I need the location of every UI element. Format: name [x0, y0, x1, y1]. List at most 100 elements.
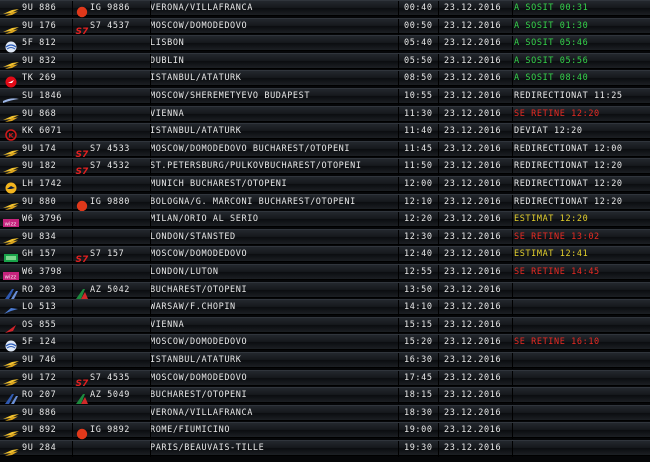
flight-number: 9U 746 — [22, 355, 57, 365]
flight-number: GH 157 — [22, 249, 57, 260]
flight-row: 5F 812 LISBON 05:40 23.12.2016 A SOSIT 05:46 — [0, 35, 650, 53]
airline-chevron-icon — [2, 21, 20, 34]
codeshare-flight-number — [90, 300, 150, 316]
column-divider — [150, 423, 151, 440]
column-divider — [150, 247, 151, 264]
column-divider — [72, 212, 73, 229]
flight-status — [514, 406, 650, 422]
column-divider — [512, 388, 513, 405]
column-divider — [512, 159, 513, 176]
flight-number: 9U 834 — [22, 231, 57, 242]
flight-date: 23.12.2016 — [444, 108, 502, 119]
column-divider — [398, 124, 399, 141]
column-divider — [512, 229, 513, 246]
column-divider — [512, 89, 513, 105]
column-divider — [438, 1, 439, 17]
codeshare-flight-number: S7 4533 — [90, 143, 131, 154]
tarom-logo-icon — [2, 285, 20, 299]
column-divider — [150, 317, 151, 334]
column-divider — [150, 1, 151, 17]
flight-row: RO 203 AZ 5042 BUCHAREST/OTOPENI 13:50 23.12… — [0, 281, 650, 299]
codeshare-flight-number — [90, 230, 150, 246]
scheduled-time: 17:45 — [404, 372, 433, 383]
flight-number: 9U 182 — [22, 161, 57, 172]
flight-number: RO 207 — [22, 390, 57, 401]
column-divider — [438, 36, 439, 53]
route-destination: VIENNA — [150, 319, 185, 330]
route-destination: MOSCOW/DOMODEDOVO — [150, 20, 248, 31]
codeshare-flight-number — [90, 36, 150, 52]
column-divider — [398, 53, 399, 70]
flight-row: LH 1742 MUNICH BUCHAREST/OTOPENI 12:00 23.1… — [0, 176, 650, 194]
column-divider — [150, 405, 151, 422]
column-divider — [512, 18, 513, 35]
flight-date: 23.12.2016 — [444, 161, 502, 172]
route-destination: MOSCOW/DOMODEDOVO — [150, 337, 248, 348]
s7-logo-icon: S7 — [75, 373, 89, 389]
flight-number: 5F 812 — [22, 38, 57, 49]
column-divider — [512, 177, 513, 193]
flight-row: 9U 868 VIENNA 11:30 23.12.2016 SE RETINE 12:… — [0, 105, 650, 123]
column-divider — [398, 36, 399, 53]
route-destination: MOSCOW/DOMODEDOVO — [150, 249, 248, 260]
globe-logo-icon — [2, 337, 20, 352]
flight-number: LH 1742 — [22, 179, 63, 189]
column-divider — [150, 282, 151, 299]
codeshare-flight-number: S7 4535 — [90, 372, 131, 383]
column-divider — [512, 141, 513, 158]
codeshare-flight-number — [90, 54, 150, 70]
flight-date: 23.12.2016 — [444, 319, 502, 330]
column-divider — [438, 53, 439, 70]
route-destination: ISTANBUL/ATATURK — [150, 73, 242, 84]
flight-status — [514, 318, 650, 334]
column-divider — [438, 159, 439, 176]
flight-date: 23.12.2016 — [444, 38, 502, 49]
column-divider — [72, 53, 73, 70]
column-divider — [398, 335, 399, 352]
flight-status: REDIRECTIONAT 12:20 — [514, 179, 623, 189]
flight-status — [514, 283, 650, 299]
flight-number: RO 203 — [22, 284, 57, 295]
flight-status: REDIRECTIONAT 12:00 — [514, 143, 623, 154]
column-divider — [512, 194, 513, 211]
flight-status: A SOSIT 01:30 — [514, 20, 589, 31]
flight-row: 9U 880 IG 9880 BOLOGNA/G. MARCONI BUCHARES… — [0, 193, 650, 211]
column-divider — [150, 229, 151, 246]
column-divider — [512, 441, 513, 457]
column-divider — [438, 441, 439, 457]
flight-row: 9U 284 PARIS/BEAUVAIS-TILLE 19:30 23.12.201… — [0, 440, 650, 457]
column-divider — [438, 89, 439, 105]
flight-status: SE RETINE 14:45 — [514, 267, 600, 277]
flight-number: 9U 172 — [22, 372, 57, 383]
scheduled-time: 15:20 — [404, 337, 433, 348]
column-divider — [438, 423, 439, 440]
flight-row: TK 269 ISTANBUL/ATATURK 08:50 23.12.2016 A S… — [0, 70, 650, 88]
flight-row: 9U 892 IG 9892 ROME/FIUMICINO 19:00 23.12.20… — [0, 422, 650, 440]
column-divider — [398, 405, 399, 422]
route-destination: MUNICH BUCHAREST/OTOPENI — [150, 179, 288, 189]
route-destination: LONDON/STANSTED — [150, 231, 236, 242]
column-divider — [398, 194, 399, 211]
column-divider — [72, 317, 73, 334]
flight-date: 23.12.2016 — [444, 390, 502, 401]
column-divider — [150, 335, 151, 352]
column-divider — [512, 71, 513, 88]
column-divider — [72, 353, 73, 369]
flight-row: OS 855 VIENNA 15:15 23.12.2016 — [0, 316, 650, 334]
flight-row: 9U 176 S7 S7 4537 MOSCOW/DOMODEDOVO 00:50 23.… — [0, 17, 650, 37]
scheduled-time: 12:00 — [404, 179, 433, 189]
lot-logo-icon — [2, 302, 20, 315]
column-divider — [398, 159, 399, 176]
route-destination: VERONA/VILLAFRANCA — [150, 3, 253, 13]
column-divider — [512, 317, 513, 334]
flight-row: 9U 174 S7 S7 4533 MOSCOW/DOMODEDOVO BUCHARE… — [0, 140, 650, 160]
s7-logo-icon: S7 — [75, 144, 89, 160]
scheduled-time: 16:30 — [404, 355, 433, 365]
flight-date: 23.12.2016 — [444, 337, 502, 348]
airline-chevron-icon — [2, 408, 20, 421]
column-divider — [438, 212, 439, 229]
column-divider — [438, 370, 439, 387]
flight-date: 23.12.2016 — [444, 355, 502, 365]
flight-number: 5F 124 — [22, 337, 57, 348]
flight-status: A SOSIT 05:56 — [514, 55, 589, 66]
